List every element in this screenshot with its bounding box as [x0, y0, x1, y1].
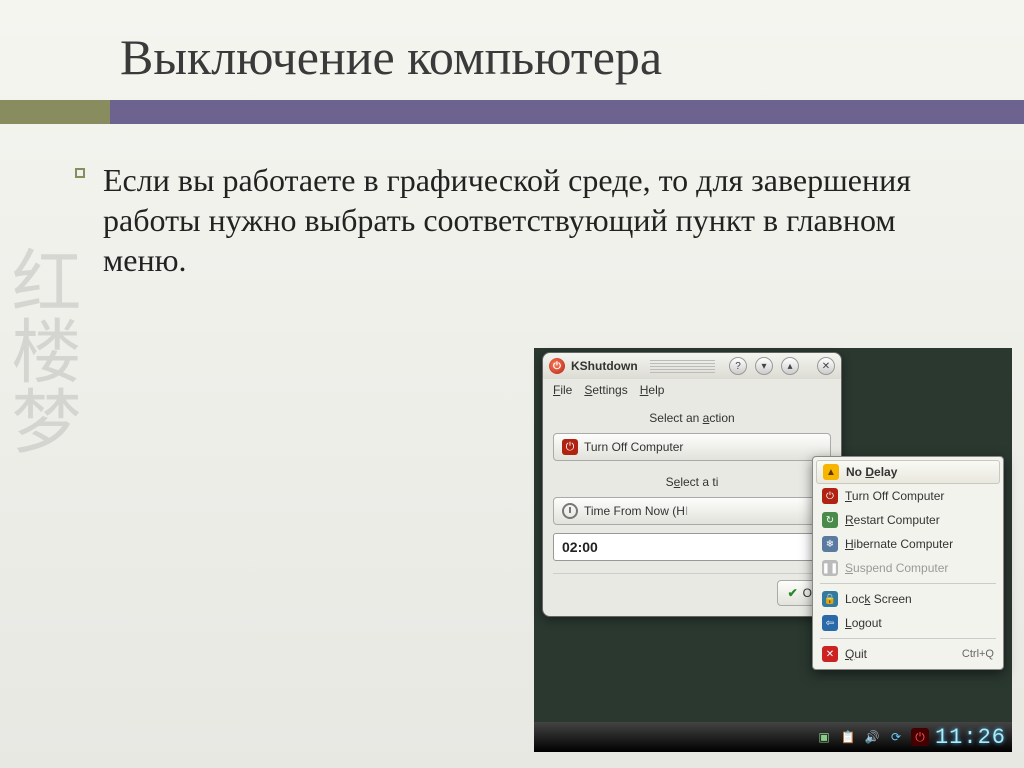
slide: 红楼梦 Выключение компьютера Если вы работа…: [0, 0, 1024, 768]
bullet-icon: [75, 168, 85, 178]
tray-volume-icon[interactable]: 🔊: [863, 728, 881, 746]
time-value: 02:00: [562, 539, 598, 555]
restart-icon: ↻: [822, 512, 838, 528]
accent-bars: [0, 100, 1024, 124]
select-time-label: Select a ti: [553, 475, 831, 489]
menu-separator: [820, 638, 996, 639]
context-menu: ▲ No Delay ⏻ Turn Off Computer ↻ Restart…: [812, 456, 1004, 670]
menu-separator: [820, 583, 996, 584]
menu-quit[interactable]: ✕ Quit Ctrl+Q: [816, 642, 1000, 666]
body-text: Если вы работаете в графической среде, т…: [103, 160, 964, 280]
tray-power-icon[interactable]: ⏻: [911, 728, 929, 746]
menu-hibernate[interactable]: ❄ Hibernate Computer: [816, 532, 1000, 556]
menu-turn-off[interactable]: ⏻ Turn Off Computer: [816, 484, 1000, 508]
check-icon: ✔: [788, 586, 798, 600]
power-icon: ⏻: [562, 439, 578, 455]
lock-icon: 🔒: [822, 591, 838, 607]
tray-app-icon[interactable]: ▣: [815, 728, 833, 746]
logout-icon: ⇦: [822, 615, 838, 631]
turn-off-label: Turn Off Computer: [584, 440, 683, 454]
minimize-button[interactable]: ▾: [755, 357, 773, 375]
power-icon: ⏻: [822, 488, 838, 504]
maximize-button[interactable]: ▴: [781, 357, 799, 375]
body-content: Если вы работаете в графической среде, т…: [0, 124, 1024, 280]
separator: [553, 573, 831, 574]
menu-restart[interactable]: ↻ Restart Computer: [816, 508, 1000, 532]
tray-clipboard-icon[interactable]: 📋: [839, 728, 857, 746]
help-button[interactable]: ?: [729, 357, 747, 375]
menubar: File Settings Help: [543, 379, 841, 399]
titlebar-stripes: [650, 359, 715, 373]
quit-icon: ✕: [822, 646, 838, 662]
time-input[interactable]: 02:00: [553, 533, 831, 561]
tray-update-icon[interactable]: ⟳: [887, 728, 905, 746]
embedded-screenshot: ⏻ KShutdown ? ▾ ▴ ✕ File Settings Help S…: [534, 348, 1012, 752]
quit-accelerator: Ctrl+Q: [962, 648, 994, 660]
menu-logout[interactable]: ⇦ Logout: [816, 611, 1000, 635]
slide-title: Выключение компьютера: [0, 0, 1024, 100]
titlebar[interactable]: ⏻ KShutdown ? ▾ ▴ ✕: [543, 353, 841, 379]
taskbar-clock[interactable]: 11:26: [935, 725, 1006, 750]
suspend-icon: ❚❚: [822, 560, 838, 576]
menu-help[interactable]: Help: [640, 383, 665, 397]
menu-suspend: ❚❚ Suspend Computer: [816, 556, 1000, 580]
turn-off-button[interactable]: ⏻ Turn Off Computer: [553, 433, 831, 461]
close-button[interactable]: ✕: [817, 357, 835, 375]
kshutdown-window: ⏻ KShutdown ? ▾ ▴ ✕ File Settings Help S…: [542, 352, 842, 617]
menu-lock[interactable]: 🔒 Lock Screen: [816, 587, 1000, 611]
hibernate-icon: ❄: [822, 536, 838, 552]
menu-file[interactable]: File: [553, 383, 572, 397]
menu-no-delay[interactable]: ▲ No Delay: [816, 460, 1000, 484]
clock-icon: [562, 503, 578, 519]
app-icon: ⏻: [549, 358, 565, 374]
taskbar: ▣ 📋 🔊 ⟳ ⏻ 11:26: [534, 722, 1012, 752]
time-from-now-button[interactable]: Time From Now (HI: [553, 497, 831, 525]
select-action-label: Select an action: [553, 411, 831, 425]
time-from-now-label: Time From Now (HI: [584, 504, 688, 518]
window-title: KShutdown: [571, 359, 638, 373]
warning-icon: ▲: [823, 464, 839, 480]
menu-settings[interactable]: Settings: [584, 383, 627, 397]
